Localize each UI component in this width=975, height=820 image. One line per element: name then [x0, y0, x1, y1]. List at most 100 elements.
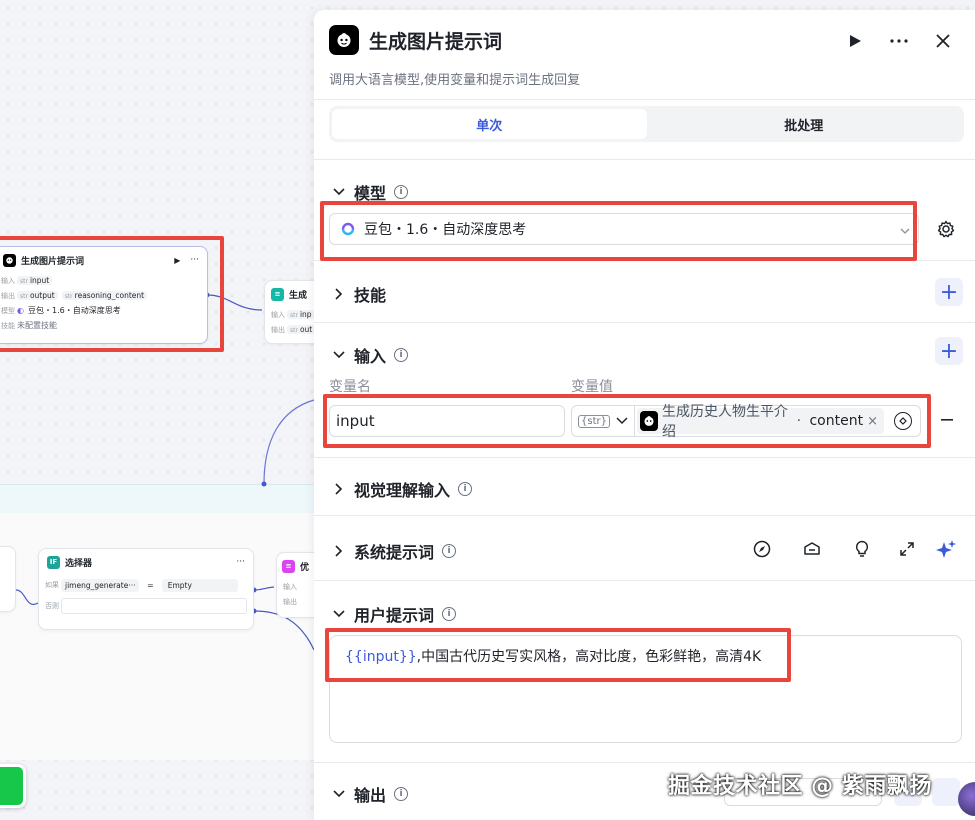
section-output-header[interactable]: 输出 i [332, 782, 409, 806]
section-user-prompt-header[interactable]: 用户提示词 i [332, 602, 457, 626]
panel-description: 调用大语言模型,使用变量和提示词生成回复 [329, 73, 581, 88]
watermark: 掘金技术社区 @ 紫雨飘扬 [668, 774, 932, 799]
chevron-right-icon [332, 544, 346, 558]
variable-picker-icon[interactable] [894, 412, 912, 430]
section-title: 输入 [354, 347, 387, 366]
tab-batch[interactable]: 批处理 [647, 109, 962, 139]
more-icon[interactable]: ··· [236, 557, 245, 567]
clear-icon[interactable]: × [867, 414, 878, 429]
run-button[interactable] [842, 28, 868, 54]
reference-separator: · [792, 413, 806, 429]
more-icon[interactable]: ··· [190, 255, 199, 265]
node-title: 选择器 [65, 558, 93, 569]
tab-single[interactable]: 单次 [332, 109, 647, 139]
variable-name-value: input [336, 412, 375, 430]
add-skill-button[interactable]: + [935, 278, 963, 306]
prompt-library-button[interactable] [800, 537, 824, 561]
input-label: 输入 [271, 310, 285, 319]
skill-label: 技能 [1, 321, 15, 330]
model-settings-button[interactable] [934, 217, 958, 241]
divider [314, 322, 975, 323]
run-icon[interactable]: ▶ [174, 256, 180, 265]
variable-name-input[interactable]: input [329, 405, 565, 437]
info-icon[interactable]: i [442, 544, 457, 558]
prompt-text: ,中国古代历史写实风格，高对比度，色彩鲜艳，高清4K [416, 649, 762, 665]
more-button[interactable] [886, 28, 912, 54]
close-icon [936, 34, 950, 48]
section-skills-header[interactable]: 技能 [332, 282, 386, 306]
gear-icon [937, 220, 955, 238]
section-model-header[interactable]: 模型 i [332, 180, 409, 204]
ai-optimize-button[interactable] [934, 537, 958, 561]
chevron-down-icon [332, 185, 346, 199]
divider [314, 457, 975, 458]
condition-value: Empty [161, 578, 238, 592]
input-label: 输入 [1, 276, 15, 285]
more-icon [890, 39, 908, 43]
reference-field: content [809, 413, 864, 429]
info-icon[interactable]: i [442, 607, 457, 621]
section-input-header[interactable]: 输入 i [332, 343, 409, 367]
chevron-right-icon [332, 482, 346, 496]
model-label: 模型 [1, 306, 15, 315]
info-icon[interactable]: i [458, 482, 473, 496]
sparkle-icon [936, 540, 956, 558]
expand-button[interactable] [895, 537, 919, 561]
condition-var: jimeng_generate··· [61, 578, 139, 592]
variable-value-field[interactable]: {str} 生成历史人物生平介绍 · content × [571, 404, 921, 440]
user-prompt-editor[interactable]: {{input}},中国古代历史写实风格，高对比度，色彩鲜艳，高清4K [329, 635, 962, 743]
output-tag: str out [287, 325, 316, 334]
node-title: 生成图片提示词 [21, 256, 85, 267]
remove-input-button[interactable] [938, 410, 956, 430]
chevron-down-icon [332, 348, 346, 362]
green-action-button[interactable] [0, 764, 26, 808]
output-tag: str output [17, 291, 58, 300]
bot-logo-icon [639, 411, 658, 431]
section-vision-header[interactable]: 视觉理解输入 i [332, 477, 473, 501]
model-select[interactable]: 豆包・1.6・自动深度思考 [329, 213, 919, 245]
model-value: 豆包・1.6・自动深度思考 [27, 306, 121, 315]
bot-logo-icon [3, 253, 16, 267]
else-label: 否则 [45, 602, 59, 610]
type-select[interactable]: {str} [572, 406, 635, 436]
bot-logo-icon [329, 25, 359, 55]
model-value: 豆包・1.6・自动深度思考 [364, 222, 527, 238]
idea-button[interactable] [850, 537, 874, 561]
node-partial-left[interactable] [0, 546, 16, 612]
chevron-down-icon [332, 607, 346, 621]
plus-icon: + [939, 279, 959, 305]
expand-icon [900, 542, 914, 556]
divider [314, 580, 975, 581]
chevron-down-icon [900, 223, 910, 239]
section-title: 视觉理解输入 [354, 481, 451, 500]
panel-header: 生成图片提示词 调用大语言模型,使用变量和提示词生成回复 [314, 10, 975, 100]
input-tag: str inp [287, 310, 315, 319]
reference-node: 生成历史人物生平介绍 [661, 404, 788, 440]
operator: = [147, 580, 154, 590]
section-system-prompt-header[interactable]: 系统提示词 i [332, 539, 457, 563]
input-tag: str input [17, 276, 53, 285]
section-title: 模型 [354, 184, 387, 203]
list-icon: ≡ [282, 559, 295, 573]
add-input-button[interactable]: + [935, 337, 963, 365]
divider [314, 515, 975, 516]
column-label-value: 变量值 [571, 379, 613, 395]
divider [314, 762, 975, 763]
panel-title: 生成图片提示词 [369, 31, 503, 53]
node-selector[interactable]: IF 选择器 ··· 如果 jimeng_generate··· = Empty… [38, 548, 254, 630]
output-label: 输出 [283, 597, 297, 606]
info-icon[interactable]: i [394, 185, 409, 199]
node-image-prompt[interactable]: 生成图片提示词 ▶ ··· 输入 str input 输出 str output s… [0, 246, 208, 344]
prompt-variable-token: {{input}} [345, 649, 417, 665]
info-icon[interactable]: i [394, 787, 409, 801]
type-tag: {str} [578, 414, 610, 428]
else-box [61, 598, 247, 614]
play-icon [850, 35, 861, 47]
close-button[interactable] [930, 28, 956, 54]
chevron-right-icon [332, 287, 346, 301]
info-icon[interactable]: i [394, 348, 409, 362]
add-output-button[interactable] [932, 778, 960, 806]
chevron-down-icon [616, 417, 628, 425]
library-icon [804, 542, 820, 555]
compass-button[interactable] [750, 537, 774, 561]
